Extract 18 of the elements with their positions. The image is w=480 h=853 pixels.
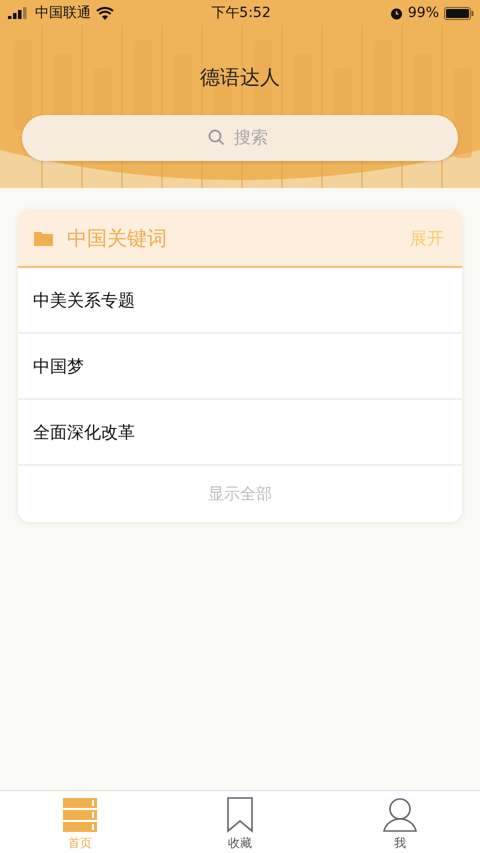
- alarm-icon: [390, 6, 403, 20]
- carrier-name: 中国联通: [35, 4, 91, 22]
- tab-item[interactable]: 我: [320, 791, 480, 853]
- wifi-icon: [96, 6, 114, 20]
- keyword-item[interactable]: 中美关系专题: [18, 268, 462, 334]
- folder-icon: [34, 230, 53, 246]
- battery-icon: [444, 6, 474, 20]
- search-icon: [208, 129, 225, 146]
- section-title: 中国关键词: [67, 224, 168, 252]
- tab-item[interactable]: 收藏: [160, 791, 320, 853]
- bookmark-icon: [226, 797, 254, 833]
- battery-percent: 99%: [408, 5, 440, 21]
- app-title: 德语达人: [200, 65, 280, 89]
- search-field[interactable]: 搜索: [22, 115, 458, 161]
- stack-icon: [62, 797, 98, 833]
- person-icon: [382, 797, 418, 833]
- clock-time: 下午5:52: [211, 4, 271, 22]
- keyword-item[interactable]: 中国梦: [18, 334, 462, 400]
